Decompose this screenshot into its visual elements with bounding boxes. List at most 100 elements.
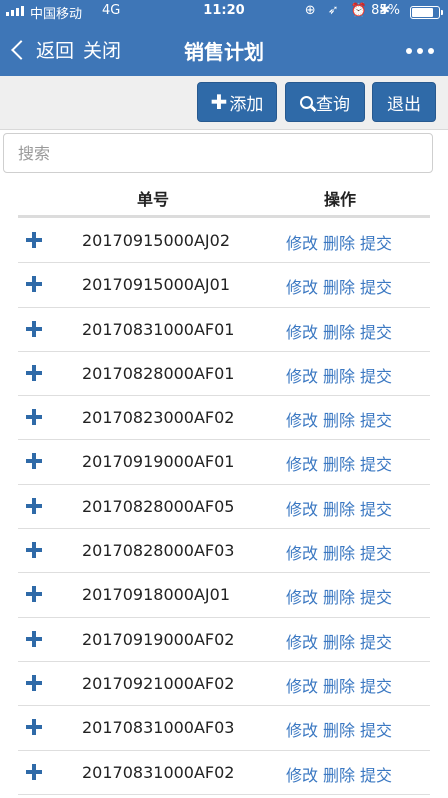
table-row: 20170831000AF02 修改 删除 提交 — [18, 751, 430, 795]
expand-plus-icon[interactable] — [26, 497, 42, 514]
order-number: 20170831000AF02 — [82, 762, 235, 782]
order-number: 20170828000AF05 — [82, 496, 235, 516]
expand-plus-icon[interactable] — [26, 453, 42, 470]
order-number: 20170921000AF02 — [82, 673, 235, 693]
edit-link[interactable]: 修改 — [286, 540, 318, 564]
expand-plus-icon[interactable] — [26, 364, 42, 381]
table-row: 20170921000AF02 修改 删除 提交 — [18, 662, 430, 707]
submit-link[interactable]: 提交 — [360, 629, 392, 653]
exit-button[interactable]: 退出 — [372, 82, 436, 122]
battery-icon — [410, 6, 443, 19]
search-input[interactable] — [3, 133, 433, 173]
order-number: 20170915000AJ02 — [82, 231, 230, 250]
order-number: 20170919000AF01 — [82, 452, 235, 472]
delete-link[interactable]: 删除 — [323, 717, 355, 741]
delete-link[interactable]: 删除 — [323, 584, 355, 608]
order-number: 20170919000AF02 — [82, 629, 235, 649]
order-number: 20170828000AF03 — [82, 541, 235, 561]
expand-plus-icon[interactable] — [26, 276, 42, 293]
order-number: 20170828000AF01 — [82, 363, 235, 383]
order-number: 20170823000AF02 — [82, 408, 235, 428]
expand-plus-icon[interactable] — [26, 232, 42, 248]
delete-link[interactable]: 删除 — [323, 540, 355, 564]
submit-link[interactable]: 提交 — [360, 717, 392, 741]
table-row: 20170919000AF02 修改 删除 提交 — [18, 618, 430, 662]
expand-plus-icon[interactable] — [26, 719, 42, 736]
row-actions: 修改 删除 提交 — [286, 451, 392, 475]
exit-button-label: 退出 — [387, 94, 421, 115]
header-actions: 操作 — [323, 190, 356, 209]
expand-plus-icon[interactable] — [26, 763, 42, 780]
table-row: 20170828000AF05 修改 删除 提交 — [18, 485, 430, 530]
table-row: 20170831000AF03 修改 删除 提交 — [18, 706, 430, 751]
submit-link[interactable]: 提交 — [360, 762, 392, 786]
edit-link[interactable]: 修改 — [286, 762, 318, 786]
row-actions: 修改 删除 提交 — [286, 496, 392, 520]
row-actions: 修改 删除 提交 — [286, 274, 392, 298]
delete-link[interactable]: 删除 — [323, 451, 355, 475]
table-row: 20170831000AF01 修改 删除 提交 — [18, 308, 430, 352]
edit-link[interactable]: 修改 — [286, 407, 318, 431]
edit-link[interactable]: 修改 — [286, 319, 318, 343]
delete-link[interactable]: 删除 — [323, 274, 355, 298]
edit-link[interactable]: 修改 — [286, 717, 318, 741]
submit-link[interactable]: 提交 — [360, 451, 392, 475]
edit-link[interactable]: 修改 — [286, 274, 318, 298]
delete-link[interactable]: 删除 — [323, 762, 355, 786]
delete-link[interactable]: 删除 — [323, 496, 355, 520]
add-button[interactable]: ✚ 添加 — [197, 82, 277, 122]
row-actions: 修改 删除 提交 — [286, 673, 392, 697]
expand-plus-icon[interactable] — [26, 674, 42, 691]
edit-link[interactable]: 修改 — [286, 451, 318, 475]
order-number: 20170831000AF03 — [82, 718, 235, 738]
order-number: 20170918000AJ01 — [82, 585, 230, 605]
delete-link[interactable]: 删除 — [323, 673, 355, 697]
query-button-label: 查询 — [316, 94, 350, 115]
submit-link[interactable]: 提交 — [360, 496, 392, 520]
delete-link[interactable]: 删除 — [323, 230, 355, 254]
submit-link[interactable]: 提交 — [360, 673, 392, 697]
more-dots-icon[interactable] — [406, 48, 434, 54]
delete-link[interactable]: 删除 — [323, 407, 355, 431]
delete-link[interactable]: 删除 — [323, 319, 355, 343]
row-actions: 修改 删除 提交 — [286, 584, 392, 608]
toolbar: ✚ 添加 查询 退出 — [0, 76, 448, 130]
table-row: 20170828000AF03 修改 删除 提交 — [18, 529, 430, 574]
table-row: 20170915000AJ02 修改 删除 提交 — [18, 219, 430, 264]
submit-link[interactable]: 提交 — [360, 363, 392, 387]
row-actions: 修改 删除 提交 — [286, 363, 392, 387]
row-actions: 修改 删除 提交 — [286, 319, 392, 343]
submit-link[interactable]: 提交 — [360, 230, 392, 254]
edit-link[interactable]: 修改 — [286, 673, 318, 697]
submit-link[interactable]: 提交 — [360, 540, 392, 564]
edit-link[interactable]: 修改 — [286, 584, 318, 608]
table-row: 20170918000AJ01 修改 删除 提交 — [18, 573, 430, 618]
submit-link[interactable]: 提交 — [360, 584, 392, 608]
delete-link[interactable]: 删除 — [323, 629, 355, 653]
submit-link[interactable]: 提交 — [360, 319, 392, 343]
expand-plus-icon[interactable] — [26, 630, 42, 647]
order-number: 20170831000AF01 — [82, 319, 235, 339]
query-button[interactable]: 查询 — [285, 82, 365, 122]
expand-plus-icon[interactable] — [26, 409, 42, 426]
table-row: 20170823000AF02 修改 删除 提交 — [18, 396, 430, 441]
edit-link[interactable]: 修改 — [286, 363, 318, 387]
edit-link[interactable]: 修改 — [286, 496, 318, 520]
table-header: 单号 操作 — [18, 176, 430, 218]
header: 中国移动 4G 11:20 ⊕ ➶ ⏰ ✱ 85% 返回 关闭 销售计划 — [0, 0, 448, 76]
row-actions: 修改 删除 提交 — [286, 407, 392, 431]
expand-plus-icon[interactable] — [26, 586, 42, 603]
submit-link[interactable]: 提交 — [360, 274, 392, 298]
status-bar: 中国移动 4G 11:20 ⊕ ➶ ⏰ ✱ 85% — [0, 0, 448, 24]
submit-link[interactable]: 提交 — [360, 407, 392, 431]
edit-link[interactable]: 修改 — [286, 230, 318, 254]
battery-fill — [412, 8, 433, 17]
expand-plus-icon[interactable] — [26, 320, 42, 337]
nav-bar: 返回 关闭 销售计划 — [0, 24, 448, 76]
delete-link[interactable]: 删除 — [323, 363, 355, 387]
edit-link[interactable]: 修改 — [286, 629, 318, 653]
row-actions: 修改 删除 提交 — [286, 762, 392, 786]
search-icon — [300, 95, 313, 109]
expand-plus-icon[interactable] — [26, 542, 42, 559]
row-actions: 修改 删除 提交 — [286, 717, 392, 741]
